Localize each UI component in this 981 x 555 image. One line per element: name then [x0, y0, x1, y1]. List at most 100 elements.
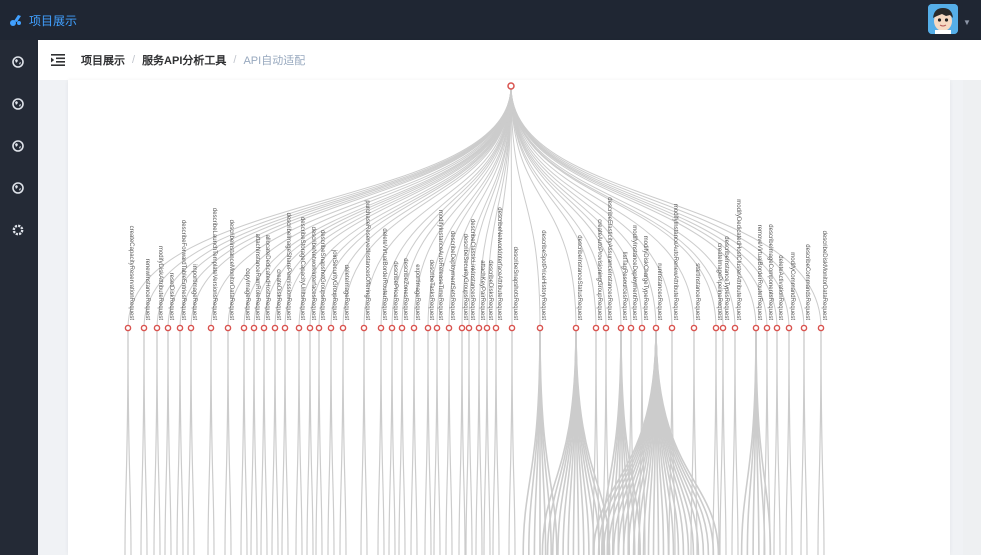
tree-node [250, 324, 258, 332]
sidebar-item-3[interactable] [11, 139, 25, 153]
breadcrumb-item-project[interactable]: 项目展示 [81, 52, 125, 68]
tree-link [363, 327, 368, 555]
tree-node-label: describeSecurityGroupsRequest [462, 234, 468, 321]
tree-node-label: resetDiskRequest [168, 273, 174, 321]
tree-link [722, 327, 727, 555]
breadcrumb-item-current: API自动适配 [243, 55, 306, 67]
tree-node-label: describeElasticityAssuranceInstancesRequ… [606, 197, 612, 320]
tree-node-label: renewInstanceRequest [144, 259, 150, 321]
top-header [82, 0, 981, 40]
sidebar-item-2[interactable] [11, 97, 25, 111]
tree-link [510, 85, 622, 329]
sidebar-item-1[interactable] [11, 55, 25, 69]
tree-node-label: attachKeyPairRequest [479, 260, 485, 320]
tree-node [410, 324, 418, 332]
breadcrumb-item-tool[interactable]: 服务API分析工具 [142, 52, 226, 68]
tree-node [260, 324, 268, 332]
tree-node [536, 324, 544, 332]
tree-node-label: deleteActivationRequest [777, 255, 783, 320]
tree-node-label: createImagePipelineRequest [716, 243, 722, 320]
tree-node [176, 324, 184, 332]
tree-node [388, 324, 396, 332]
tree-link [253, 327, 258, 555]
tree-node-label: describeInstanceMonitorDataRequest [228, 220, 234, 321]
tree-link [380, 327, 385, 555]
tree-node-label: startInstanceRequest [694, 263, 700, 320]
tree-link [468, 327, 473, 555]
tree-node [140, 324, 148, 332]
tree-link [486, 327, 491, 555]
tree-node-label: deleteImageRequest [343, 265, 349, 321]
user-avatar[interactable] [928, 4, 958, 34]
tree-link [734, 327, 739, 555]
tree-link [190, 327, 195, 555]
tree-node [445, 324, 453, 332]
tree-node-label: describeLaunchTemplateVersionsRequest [211, 208, 217, 320]
tree-node-label: describeSnapshotGroupsRequest [319, 230, 325, 320]
tree-node-label: describeClassicLinkInstancesRequest [469, 219, 475, 320]
tree-node [492, 324, 500, 332]
tree-node [306, 324, 314, 332]
tree-node [187, 324, 195, 332]
tree-node-label: modifyDiskChargeTypeRequest [642, 236, 648, 321]
tree-link [143, 327, 148, 555]
tree-node [207, 324, 215, 332]
globe-icon [12, 182, 24, 194]
tree-node-label: modifyDiskAttributeRequest [157, 246, 163, 320]
tree-node-label: attachInstanceRamRoleRequest [254, 234, 260, 321]
avatar-icon [928, 4, 958, 34]
tree-card: createCapacityReservationRequest renewIns… [68, 80, 950, 555]
tree-link [167, 327, 172, 555]
tree-node [424, 324, 432, 332]
sidebar-item-5[interactable] [11, 223, 25, 237]
tree-node-label: importImageRequest [191, 264, 197, 320]
tree-node [508, 324, 516, 332]
menu-toggle-icon[interactable] [51, 54, 65, 66]
tree-node-label: exportImageRequest [414, 264, 420, 320]
tree-node [377, 324, 385, 332]
tree-node-label: modifyInstanceAutoRenewAttributeRequest [672, 204, 678, 320]
tree-link [179, 327, 184, 555]
app-brand[interactable]: 项目展示 [0, 0, 82, 40]
tree-node-label: modifyInstanceAutoReleaseTimeRequest [437, 210, 443, 321]
tree-node-label: describeSpotPriceHistoryRequest [540, 230, 546, 320]
breadcrumb-separator: / [132, 54, 136, 66]
tree-node [271, 324, 279, 332]
tree-link [715, 327, 720, 555]
tree-link [413, 327, 418, 555]
tree-node-label: describeNetworkInterfacesRequest [310, 227, 316, 321]
tree-node [315, 324, 323, 332]
tree-link [510, 85, 607, 329]
tree-node [458, 324, 466, 332]
tree-link [427, 327, 432, 555]
sidebar-item-4[interactable] [11, 181, 25, 195]
tree-node-label: createAutoProvisioningGroupRequest [596, 219, 602, 320]
tree-node [360, 324, 368, 332]
tree-node-label: modifyDedicatedHostClusterAttributeReque… [735, 199, 741, 320]
tree-node-label: modifyCommandRequest [789, 252, 795, 320]
tree-link [495, 327, 500, 555]
tree-node [483, 324, 491, 332]
app-title: 项目展示 [29, 13, 78, 28]
tree-node-label: runInstancesRequest [656, 263, 662, 320]
tree-node [240, 324, 248, 332]
scrollbar[interactable] [963, 80, 981, 555]
tree-link [511, 327, 516, 555]
tree-node-label: describeSnapshotsRequest [512, 247, 518, 321]
tree-root-node [507, 82, 515, 90]
tree-node [224, 324, 232, 332]
tree-node-label: joinSecurityGroupRequest [331, 249, 337, 320]
tree-link [448, 327, 453, 555]
api-tree-diagram[interactable]: createCapacityReservationRequest renewIns… [68, 80, 950, 555]
tree-node [690, 324, 698, 332]
chevron-down-icon[interactable]: ▼ [963, 18, 971, 27]
tree-node [627, 324, 635, 332]
tree-node-label: copyImageRequest [244, 268, 250, 320]
tree-node-label: describeCommandsRequest [804, 244, 810, 320]
tree-link [243, 327, 248, 555]
tree-link [127, 327, 132, 555]
tree-node [433, 324, 441, 332]
tree-node-label: describeImageSharePermissionRequest [285, 213, 291, 321]
tree-node [652, 324, 660, 332]
tree-link [274, 327, 279, 555]
